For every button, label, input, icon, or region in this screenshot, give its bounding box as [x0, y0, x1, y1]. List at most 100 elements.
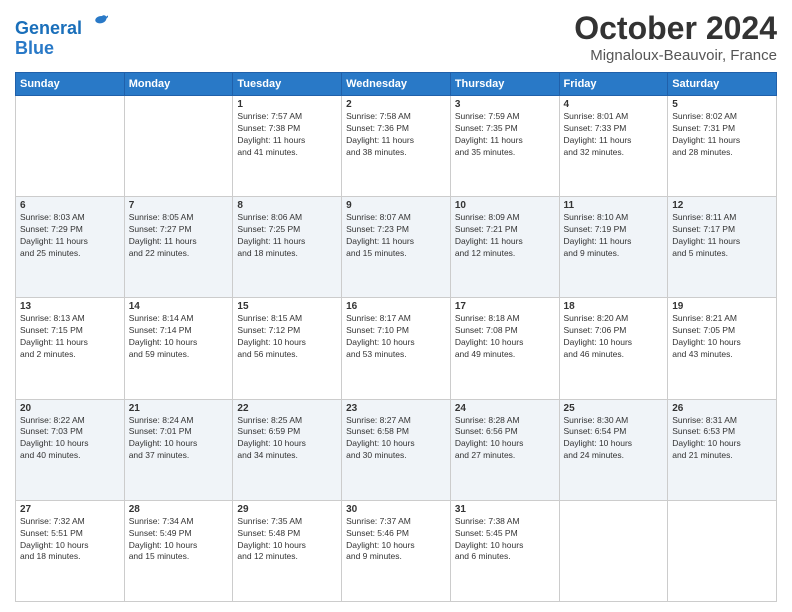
day-detail: Sunrise: 8:02 AM Sunset: 7:31 PM Dayligh…: [672, 111, 772, 159]
calendar-cell: 31Sunrise: 7:38 AM Sunset: 5:45 PM Dayli…: [450, 500, 559, 601]
title-block: October 2024 Mignaloux-Beauvoir, France: [574, 10, 777, 64]
day-detail: Sunrise: 7:58 AM Sunset: 7:36 PM Dayligh…: [346, 111, 446, 159]
header: General Blue October 2024 Mignaloux-Beau…: [15, 10, 777, 64]
calendar-cell: 6Sunrise: 8:03 AM Sunset: 7:29 PM Daylig…: [16, 197, 125, 298]
day-number: 14: [129, 301, 229, 312]
calendar-cell: 8Sunrise: 8:06 AM Sunset: 7:25 PM Daylig…: [233, 197, 342, 298]
calendar-cell: 24Sunrise: 8:28 AM Sunset: 6:56 PM Dayli…: [450, 399, 559, 500]
calendar-cell: 21Sunrise: 8:24 AM Sunset: 7:01 PM Dayli…: [124, 399, 233, 500]
day-detail: Sunrise: 8:28 AM Sunset: 6:56 PM Dayligh…: [455, 415, 555, 463]
day-number: 23: [346, 403, 446, 414]
day-detail: Sunrise: 8:09 AM Sunset: 7:21 PM Dayligh…: [455, 212, 555, 260]
day-detail: Sunrise: 8:25 AM Sunset: 6:59 PM Dayligh…: [237, 415, 337, 463]
day-detail: Sunrise: 8:10 AM Sunset: 7:19 PM Dayligh…: [564, 212, 664, 260]
calendar-cell: 2Sunrise: 7:58 AM Sunset: 7:36 PM Daylig…: [342, 96, 451, 197]
col-wednesday: Wednesday: [342, 73, 451, 96]
calendar-cell: 20Sunrise: 8:22 AM Sunset: 7:03 PM Dayli…: [16, 399, 125, 500]
day-detail: Sunrise: 8:11 AM Sunset: 7:17 PM Dayligh…: [672, 212, 772, 260]
day-number: 22: [237, 403, 337, 414]
day-number: 6: [20, 200, 120, 211]
calendar-week-3: 13Sunrise: 8:13 AM Sunset: 7:15 PM Dayli…: [16, 298, 777, 399]
day-number: 19: [672, 301, 772, 312]
calendar-cell: 11Sunrise: 8:10 AM Sunset: 7:19 PM Dayli…: [559, 197, 668, 298]
day-detail: Sunrise: 7:57 AM Sunset: 7:38 PM Dayligh…: [237, 111, 337, 159]
day-detail: Sunrise: 8:05 AM Sunset: 7:27 PM Dayligh…: [129, 212, 229, 260]
day-number: 12: [672, 200, 772, 211]
calendar-cell: 17Sunrise: 8:18 AM Sunset: 7:08 PM Dayli…: [450, 298, 559, 399]
day-detail: Sunrise: 7:34 AM Sunset: 5:49 PM Dayligh…: [129, 516, 229, 564]
day-number: 21: [129, 403, 229, 414]
calendar-cell: 23Sunrise: 8:27 AM Sunset: 6:58 PM Dayli…: [342, 399, 451, 500]
day-number: 29: [237, 504, 337, 515]
calendar-cell: 4Sunrise: 8:01 AM Sunset: 7:33 PM Daylig…: [559, 96, 668, 197]
calendar-cell: 1Sunrise: 7:57 AM Sunset: 7:38 PM Daylig…: [233, 96, 342, 197]
calendar-cell: 7Sunrise: 8:05 AM Sunset: 7:27 PM Daylig…: [124, 197, 233, 298]
calendar-week-2: 6Sunrise: 8:03 AM Sunset: 7:29 PM Daylig…: [16, 197, 777, 298]
calendar-cell: [124, 96, 233, 197]
day-detail: Sunrise: 8:07 AM Sunset: 7:23 PM Dayligh…: [346, 212, 446, 260]
day-detail: Sunrise: 8:03 AM Sunset: 7:29 PM Dayligh…: [20, 212, 120, 260]
calendar-cell: 29Sunrise: 7:35 AM Sunset: 5:48 PM Dayli…: [233, 500, 342, 601]
calendar-cell: 12Sunrise: 8:11 AM Sunset: 7:17 PM Dayli…: [668, 197, 777, 298]
day-detail: Sunrise: 7:37 AM Sunset: 5:46 PM Dayligh…: [346, 516, 446, 564]
day-number: 2: [346, 99, 446, 110]
day-detail: Sunrise: 8:20 AM Sunset: 7:06 PM Dayligh…: [564, 313, 664, 361]
day-detail: Sunrise: 8:06 AM Sunset: 7:25 PM Dayligh…: [237, 212, 337, 260]
calendar-cell: 25Sunrise: 8:30 AM Sunset: 6:54 PM Dayli…: [559, 399, 668, 500]
day-number: 18: [564, 301, 664, 312]
calendar-week-5: 27Sunrise: 7:32 AM Sunset: 5:51 PM Dayli…: [16, 500, 777, 601]
logo-bird-icon: [84, 14, 108, 34]
day-number: 30: [346, 504, 446, 515]
day-number: 24: [455, 403, 555, 414]
logo-text: General Blue: [15, 14, 108, 59]
day-detail: Sunrise: 8:14 AM Sunset: 7:14 PM Dayligh…: [129, 313, 229, 361]
page: General Blue October 2024 Mignaloux-Beau…: [0, 0, 792, 612]
day-number: 26: [672, 403, 772, 414]
calendar-cell: [559, 500, 668, 601]
day-detail: Sunrise: 8:17 AM Sunset: 7:10 PM Dayligh…: [346, 313, 446, 361]
day-detail: Sunrise: 8:27 AM Sunset: 6:58 PM Dayligh…: [346, 415, 446, 463]
calendar-cell: [668, 500, 777, 601]
day-detail: Sunrise: 8:21 AM Sunset: 7:05 PM Dayligh…: [672, 313, 772, 361]
day-detail: Sunrise: 8:22 AM Sunset: 7:03 PM Dayligh…: [20, 415, 120, 463]
day-detail: Sunrise: 7:32 AM Sunset: 5:51 PM Dayligh…: [20, 516, 120, 564]
day-detail: Sunrise: 8:01 AM Sunset: 7:33 PM Dayligh…: [564, 111, 664, 159]
calendar-cell: [16, 96, 125, 197]
calendar-cell: 15Sunrise: 8:15 AM Sunset: 7:12 PM Dayli…: [233, 298, 342, 399]
day-number: 11: [564, 200, 664, 211]
day-number: 15: [237, 301, 337, 312]
day-number: 3: [455, 99, 555, 110]
calendar-cell: 22Sunrise: 8:25 AM Sunset: 6:59 PM Dayli…: [233, 399, 342, 500]
calendar-cell: 10Sunrise: 8:09 AM Sunset: 7:21 PM Dayli…: [450, 197, 559, 298]
calendar-cell: 9Sunrise: 8:07 AM Sunset: 7:23 PM Daylig…: [342, 197, 451, 298]
day-detail: Sunrise: 7:35 AM Sunset: 5:48 PM Dayligh…: [237, 516, 337, 564]
day-detail: Sunrise: 7:38 AM Sunset: 5:45 PM Dayligh…: [455, 516, 555, 564]
day-number: 16: [346, 301, 446, 312]
calendar-cell: 16Sunrise: 8:17 AM Sunset: 7:10 PM Dayli…: [342, 298, 451, 399]
day-number: 25: [564, 403, 664, 414]
calendar-cell: 5Sunrise: 8:02 AM Sunset: 7:31 PM Daylig…: [668, 96, 777, 197]
col-monday: Monday: [124, 73, 233, 96]
header-row: Sunday Monday Tuesday Wednesday Thursday…: [16, 73, 777, 96]
logo-general: General: [15, 18, 82, 38]
calendar-week-1: 1Sunrise: 7:57 AM Sunset: 7:38 PM Daylig…: [16, 96, 777, 197]
day-number: 31: [455, 504, 555, 515]
calendar-cell: 27Sunrise: 7:32 AM Sunset: 5:51 PM Dayli…: [16, 500, 125, 601]
day-number: 17: [455, 301, 555, 312]
calendar-cell: 3Sunrise: 7:59 AM Sunset: 7:35 PM Daylig…: [450, 96, 559, 197]
day-detail: Sunrise: 8:30 AM Sunset: 6:54 PM Dayligh…: [564, 415, 664, 463]
logo: General Blue: [15, 14, 108, 59]
calendar-table: Sunday Monday Tuesday Wednesday Thursday…: [15, 72, 777, 602]
day-number: 1: [237, 99, 337, 110]
logo-blue: Blue: [15, 38, 54, 58]
col-tuesday: Tuesday: [233, 73, 342, 96]
calendar-cell: 30Sunrise: 7:37 AM Sunset: 5:46 PM Dayli…: [342, 500, 451, 601]
col-saturday: Saturday: [668, 73, 777, 96]
day-detail: Sunrise: 8:31 AM Sunset: 6:53 PM Dayligh…: [672, 415, 772, 463]
location: Mignaloux-Beauvoir, France: [574, 47, 777, 64]
day-detail: Sunrise: 8:13 AM Sunset: 7:15 PM Dayligh…: [20, 313, 120, 361]
day-number: 5: [672, 99, 772, 110]
calendar-cell: 14Sunrise: 8:14 AM Sunset: 7:14 PM Dayli…: [124, 298, 233, 399]
day-number: 8: [237, 200, 337, 211]
calendar-cell: 13Sunrise: 8:13 AM Sunset: 7:15 PM Dayli…: [16, 298, 125, 399]
